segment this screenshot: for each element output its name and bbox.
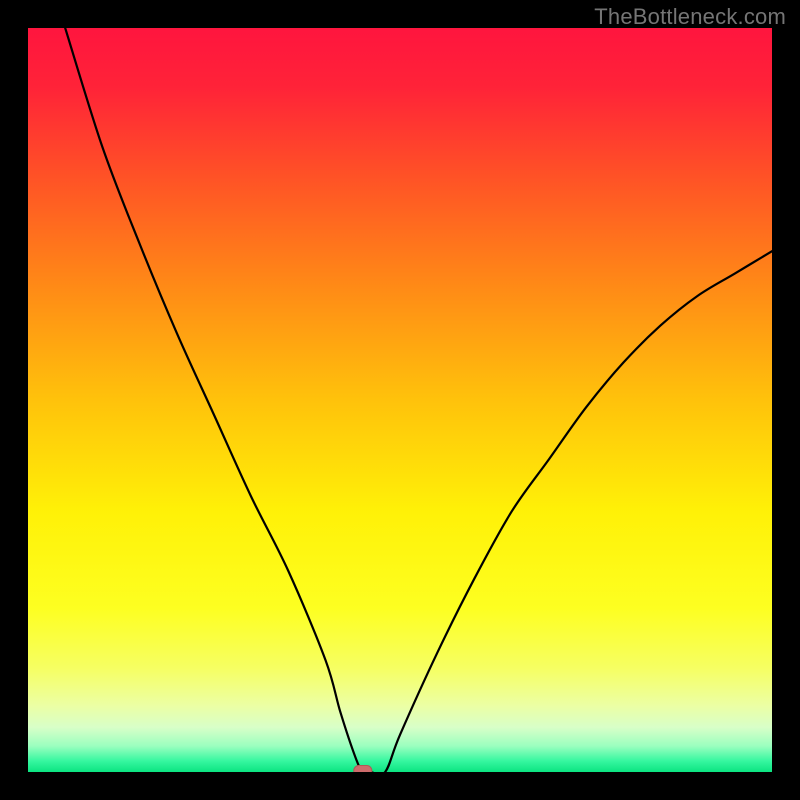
- bottleneck-chart: [28, 28, 772, 772]
- chart-frame: TheBottleneck.com: [0, 0, 800, 800]
- watermark-text: TheBottleneck.com: [594, 4, 786, 30]
- minimum-marker: [354, 766, 372, 773]
- chart-svg: [28, 28, 772, 772]
- gradient-background: [28, 28, 772, 772]
